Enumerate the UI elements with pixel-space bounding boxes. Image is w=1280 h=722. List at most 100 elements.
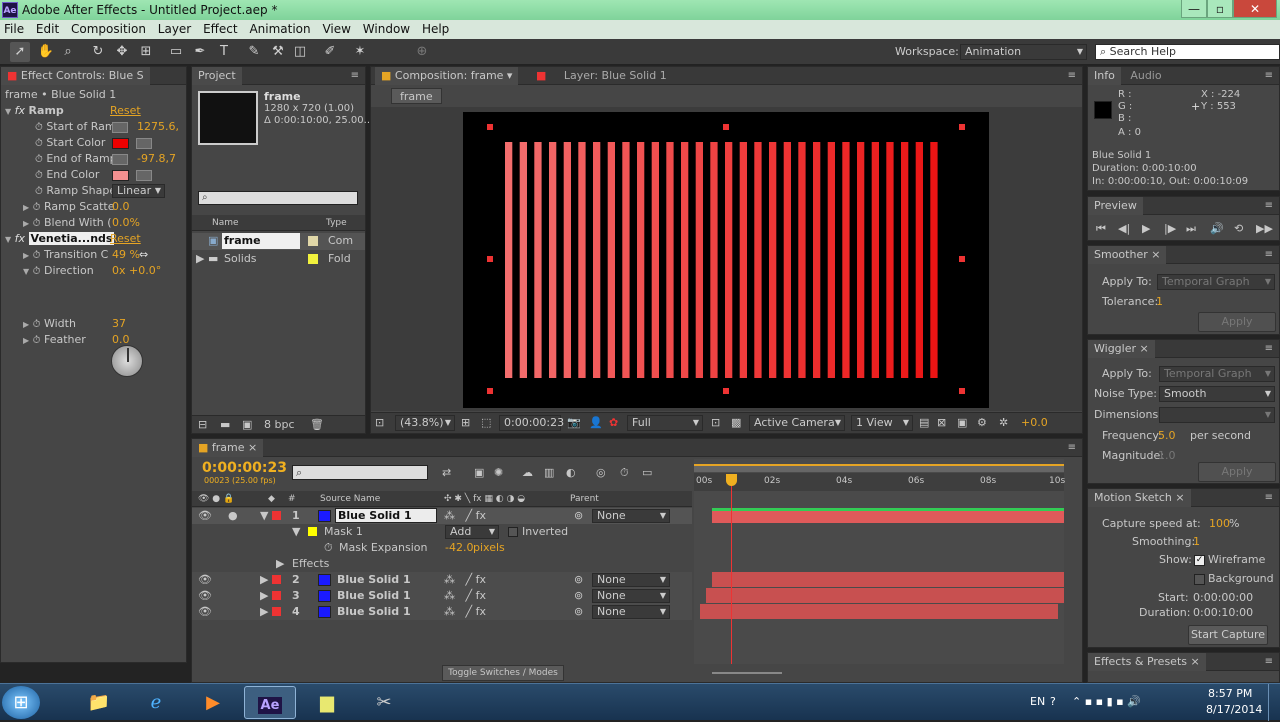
type-tool-icon[interactable]: T xyxy=(214,42,234,62)
layer-bar-2[interactable] xyxy=(712,572,1064,587)
region-of-interest-icon[interactable]: ⊡ xyxy=(711,415,720,431)
end-of-ramp-value[interactable]: -97.8,7 xyxy=(137,151,176,167)
tab-audio[interactable]: Audio xyxy=(1130,69,1161,82)
layer-handle[interactable] xyxy=(959,388,965,394)
layer-row-1[interactable]: 👁 ● ▼ 1 Blue Solid 1 ⁂ ╱ fx ⊚ None ▼ xyxy=(192,508,692,524)
audio-icon[interactable]: 🔊 xyxy=(1210,221,1224,237)
always-preview-icon[interactable]: ⊡ xyxy=(375,415,384,431)
camera-view-dropdown[interactable]: Active Camera ▼ xyxy=(749,415,845,431)
layer-handle[interactable] xyxy=(723,388,729,394)
grid-icon[interactable]: ⊞ xyxy=(461,415,470,431)
comp-mini-flowchart-icon[interactable]: ⇄ xyxy=(442,465,451,481)
stopwatch-icon[interactable]: ⏱ xyxy=(35,170,43,181)
stopwatch-icon[interactable]: ⏱ xyxy=(35,154,43,165)
view-layout-dropdown[interactable]: 1 View ▼ xyxy=(851,415,913,431)
tab-wiggler[interactable]: Wiggler × xyxy=(1088,340,1155,358)
panel-menu-icon[interactable]: ≡ xyxy=(351,67,359,85)
venetian-blinds-name[interactable]: Venetia...nds xyxy=(28,232,115,245)
expand-triangle-icon[interactable]: ▶ xyxy=(23,336,29,345)
eraser-tool-icon[interactable]: ◫ xyxy=(290,42,310,62)
menu-composition[interactable]: Composition xyxy=(71,20,146,39)
panel-menu-icon[interactable]: ≡ xyxy=(1068,67,1076,85)
play-icon[interactable]: ▶ xyxy=(1142,221,1150,237)
workspace-dropdown[interactable]: Animation ▼ xyxy=(960,44,1087,60)
venetian-reset-link[interactable]: Reset xyxy=(110,231,141,247)
panel-menu-icon[interactable]: ≡ xyxy=(1265,197,1273,215)
help-icon[interactable]: ? xyxy=(1050,694,1056,710)
project-item-frame-name[interactable]: frame xyxy=(222,233,300,249)
expand-triangle-icon[interactable]: ▶ xyxy=(260,604,268,620)
stopwatch-icon[interactable]: ⏱ xyxy=(33,319,41,330)
frequency-value[interactable]: 5.0 xyxy=(1158,428,1176,444)
current-time-display[interactable]: 0:00:00:23 xyxy=(499,415,564,431)
menu-window[interactable]: Window xyxy=(363,20,410,39)
minimize-button[interactable]: — xyxy=(1181,0,1207,18)
clock-time[interactable]: 8:57 PM xyxy=(1208,686,1252,702)
axis-mode-icon[interactable]: ⊕ xyxy=(412,42,432,62)
label-column-icon[interactable]: ◆ xyxy=(268,491,275,507)
eyedropper-icon[interactable] xyxy=(136,170,152,181)
stopwatch-icon[interactable]: ⏱ xyxy=(35,122,43,133)
mask-name[interactable]: Mask 1 xyxy=(324,524,363,540)
flowchart-icon[interactable]: ⚙ xyxy=(977,415,987,431)
stopwatch-icon[interactable]: ⏱ xyxy=(35,138,43,149)
mask-mode-dropdown[interactable]: Add ▼ xyxy=(445,525,499,539)
resolution-dropdown[interactable]: Full ▼ xyxy=(627,415,703,431)
clock-date[interactable]: 8/17/2014 xyxy=(1206,702,1262,718)
end-color-swatch[interactable] xyxy=(112,170,129,181)
snipping-tool-icon[interactable]: ✂ xyxy=(358,686,410,719)
expand-triangle-icon[interactable]: ▼ xyxy=(5,107,11,116)
ramp-scatter-value[interactable]: 0.0 xyxy=(112,199,130,215)
layer-name[interactable]: Blue Solid 1 xyxy=(335,508,437,523)
panel-menu-icon[interactable]: ≡ xyxy=(1265,653,1273,671)
layer-switches[interactable]: ⁂ ╱ fx xyxy=(444,572,486,588)
expand-triangle-icon[interactable]: ▼ xyxy=(5,235,11,244)
col-name[interactable]: Name xyxy=(212,215,239,231)
expand-triangle-icon[interactable]: ▶ xyxy=(23,203,29,212)
parent-dropdown[interactable]: None ▼ xyxy=(592,573,670,587)
stopwatch-icon[interactable]: ⏱ xyxy=(324,540,333,556)
menu-view[interactable]: View xyxy=(322,20,350,39)
exposure-value[interactable]: +0.0 xyxy=(1021,415,1048,431)
graph-editor-icon[interactable]: ▭ xyxy=(642,465,652,481)
motion-blur-icon[interactable]: ◐ xyxy=(566,465,576,481)
rectangle-tool-icon[interactable]: ▭ xyxy=(166,42,186,62)
eyedropper-icon[interactable] xyxy=(136,138,152,149)
roto-brush-tool-icon[interactable]: ✐ xyxy=(320,42,340,62)
col-type[interactable]: Type xyxy=(326,215,347,231)
panel-menu-icon[interactable]: ≡ xyxy=(1265,340,1273,358)
tab-layer[interactable]: Layer: Blue Solid 1 xyxy=(564,69,667,82)
label-color-swatch[interactable] xyxy=(272,575,281,584)
draft-3d-icon[interactable]: ✺ xyxy=(494,465,503,481)
crosshair-icon[interactable] xyxy=(112,154,128,165)
layer-handle[interactable] xyxy=(487,388,493,394)
maximize-button[interactable]: ▫ xyxy=(1207,0,1233,18)
bit-depth-label[interactable]: 8 bpc xyxy=(264,417,295,433)
layer-switches[interactable]: ⁂ ╱ fx xyxy=(444,508,486,524)
wiggler-apply-dropdown[interactable]: Temporal Graph ▼ xyxy=(1159,366,1275,382)
layer-row-3[interactable]: 👁 ▶ 3 Blue Solid 1 ⁂ ╱ fx ⊚ None ▼ xyxy=(192,588,692,604)
background-checkbox[interactable] xyxy=(1194,574,1205,585)
frame-blend-icon[interactable]: ▥ xyxy=(544,465,554,481)
time-ruler[interactable]: 00s 02s 04s 06s 08s 10s xyxy=(694,473,1065,491)
start-of-ramp-value[interactable]: 1275.6, xyxy=(137,119,179,135)
tab-composition[interactable]: ■ Composition: frame ▾ xyxy=(375,67,519,85)
layer-bar-1[interactable] xyxy=(712,508,1064,523)
menu-layer[interactable]: Layer xyxy=(158,20,191,39)
expand-triangle-icon[interactable]: ▼ xyxy=(260,508,268,524)
tab-smoother[interactable]: Smoother × xyxy=(1088,246,1167,264)
col-source-name[interactable]: Source Name xyxy=(320,491,380,507)
visibility-icon[interactable]: 👁 xyxy=(198,588,212,604)
loop-icon[interactable]: ⟲ xyxy=(1234,221,1243,237)
project-search-input[interactable]: ⌕ xyxy=(198,191,358,205)
timeline-track-area[interactable]: 00s 02s 04s 06s 08s 10s xyxy=(694,459,1065,664)
label-color-swatch[interactable] xyxy=(272,591,281,600)
brainstorm-icon[interactable]: ◎ xyxy=(596,465,606,481)
color-channel-icon[interactable]: ✿ xyxy=(609,415,618,431)
label-color-swatch[interactable] xyxy=(308,254,318,264)
pan-behind-tool-icon[interactable]: ⊞ xyxy=(136,42,156,62)
pickwhip-icon[interactable]: ⊚ xyxy=(574,604,583,620)
layer-bar-4[interactable] xyxy=(700,604,1058,619)
crosshair-icon[interactable] xyxy=(112,122,128,133)
work-area-bar[interactable] xyxy=(694,464,1064,472)
